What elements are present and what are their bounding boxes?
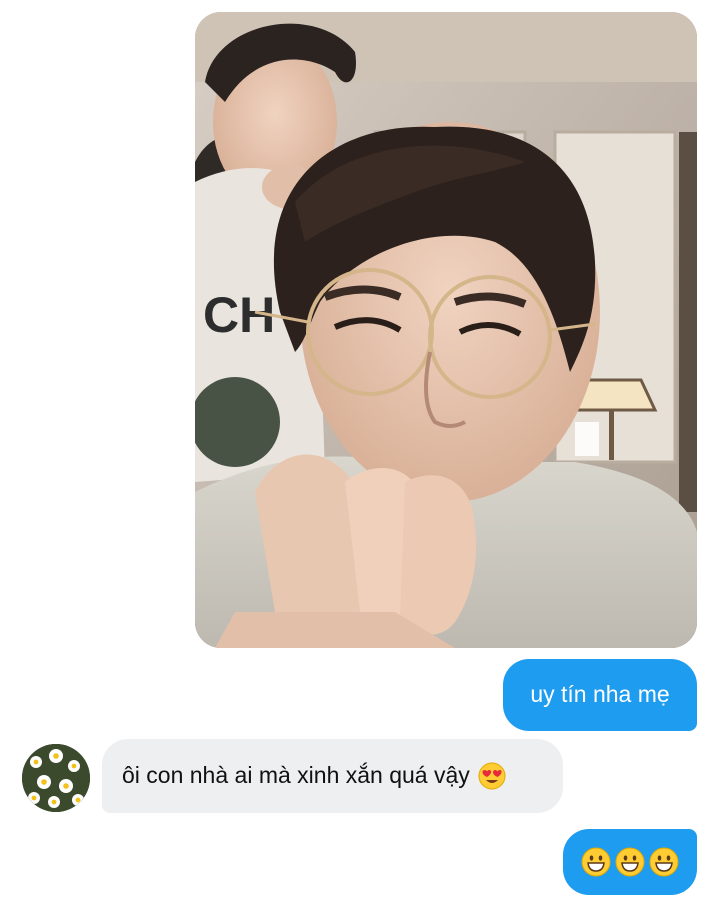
message-text: ôi con nhà ai mà xinh xắn quá vậy	[122, 762, 470, 789]
photo-image: CH	[195, 12, 697, 648]
sent-emoji-bubble[interactable]	[563, 829, 697, 895]
sent-message-bubble[interactable]: uy tín nha mẹ	[503, 659, 697, 731]
grinning-emoji-icon	[581, 847, 611, 877]
contact-avatar[interactable]	[22, 744, 90, 812]
received-message-bubble[interactable]: ôi con nhà ai mà xinh xắn quá vậy	[102, 739, 563, 813]
heart-eyes-emoji-icon	[478, 762, 506, 790]
message-text: uy tín nha mẹ	[530, 681, 670, 708]
grinning-emoji-icon	[649, 847, 679, 877]
daisy-flowers-avatar-icon	[22, 744, 90, 812]
chat-thread: CH uy tín nha mẹ ôi con nhà ai mà xinh x…	[0, 0, 720, 900]
photo-message[interactable]: CH	[195, 12, 697, 648]
grinning-emoji-icon	[615, 847, 645, 877]
